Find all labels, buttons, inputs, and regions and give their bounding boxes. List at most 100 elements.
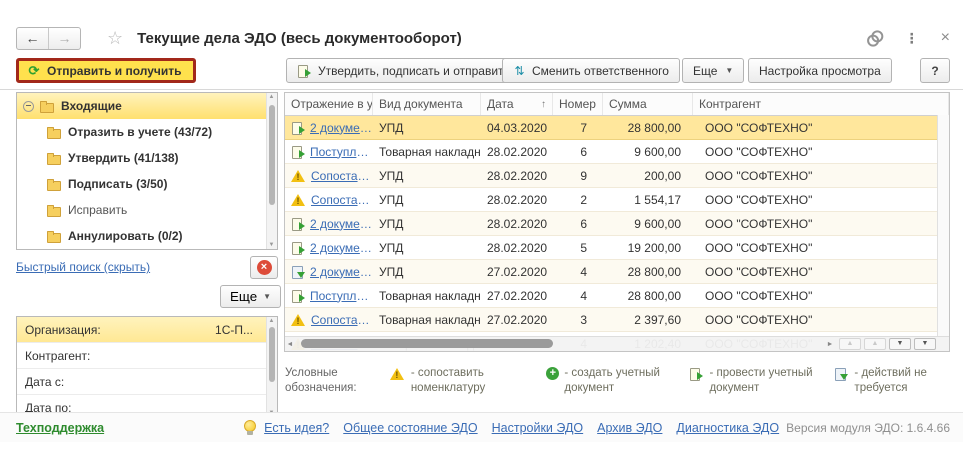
scroll-right-icon[interactable]: ► <box>825 341 835 348</box>
scroll-to-top-button[interactable]: ▲ <box>839 338 861 350</box>
table-row[interactable]: Сопоставить ... УПД 28.02.2020 2 1 554,1… <box>285 188 949 212</box>
tree-item-label: Аннулировать (0/2) <box>68 229 183 243</box>
footer-link-edo-archive[interactable]: Архив ЭДО <box>597 421 662 435</box>
document-link[interactable]: Сопоставить ... <box>311 313 373 327</box>
footer-link-edo-diagnostics[interactable]: Диагностика ЭДО <box>676 421 779 435</box>
column-header-doc-type[interactable]: Вид документа <box>373 93 481 115</box>
sum-cell: 28 800,00 <box>603 289 693 303</box>
document-link[interactable]: Поступление ... <box>310 145 373 159</box>
scroll-down-button[interactable]: ▼ <box>889 338 911 350</box>
tree-item-reflect[interactable]: Отразить в учете (43/72) <box>17 119 277 145</box>
table-row[interactable]: Поступление ... Товарная накладная 28.02… <box>285 140 949 164</box>
filter-label: Организация: <box>25 323 101 337</box>
number-cell: 4 <box>553 289 603 303</box>
help-button[interactable]: ? <box>920 58 950 83</box>
tree-item-approve[interactable]: Утвердить (41/138) <box>17 145 277 171</box>
get-link-icon[interactable] <box>864 28 884 48</box>
change-responsible-button[interactable]: ⇅ Сменить ответственного <box>502 58 680 83</box>
more-menu-icon[interactable]: ⋮ <box>905 30 919 47</box>
quick-search-row: Быстрый поиск (скрыть) <box>16 255 278 279</box>
legend-item: - действий не требуется <box>834 366 950 408</box>
counterparty-cell: ООО "СОФТЕХНО" <box>693 121 949 135</box>
legend-item: - сопоставить номенклатуру <box>390 366 533 408</box>
column-header-date[interactable]: Дата ↑ <box>481 93 553 115</box>
forward-button[interactable]: → <box>48 28 80 49</box>
tree-item-annul[interactable]: Аннулировать (0/2) <box>17 223 277 249</box>
folders-tree: Входящие Отразить в учете (43/72) Утверд… <box>16 92 278 250</box>
document-link[interactable]: Сопоставить ... <box>311 169 373 183</box>
scrollbar-thumb[interactable] <box>269 327 275 382</box>
change-responsible-label: Сменить ответственного <box>532 64 669 78</box>
table-row[interactable]: Сопоставить ... УПД 28.02.2020 9 200,00 … <box>285 164 949 188</box>
close-icon[interactable]: × <box>941 29 950 47</box>
view-settings-button[interactable]: Настройка просмотра <box>748 58 892 83</box>
doc-type-cell: УПД <box>373 121 481 135</box>
sum-cell: 200,00 <box>603 169 693 183</box>
favorite-star-icon[interactable]: ☆ <box>107 29 123 47</box>
table-row[interactable]: 2 документа УПД 28.02.2020 5 19 200,00 О… <box>285 236 949 260</box>
scrollbar-thumb[interactable] <box>301 339 553 348</box>
folder-icon <box>47 177 62 191</box>
scroll-down-icon[interactable]: ▼ <box>267 242 276 248</box>
tree-item-sign[interactable]: Подписать (3/50) <box>17 171 277 197</box>
toolbar-more-button[interactable]: Еще ▼ <box>682 58 744 83</box>
footer-link-idea[interactable]: Есть идея? <box>264 421 329 435</box>
chevron-down-icon: ▼ <box>263 292 271 301</box>
sidebar-more-button[interactable]: Еще ▼ <box>220 285 281 308</box>
approve-sign-send-button[interactable]: Утвердить, подписать и отправить <box>286 58 521 83</box>
scroll-to-bottom-button[interactable]: ▼ <box>914 338 936 350</box>
footer-link-edo-settings[interactable]: Настройки ЭДО <box>492 421 584 435</box>
quick-search-link[interactable]: Быстрый поиск (скрыть) <box>16 260 150 274</box>
table-row[interactable]: 2 документа УПД 28.02.2020 6 9 600,00 ОО… <box>285 212 949 236</box>
document-link[interactable]: Поступление ... <box>310 289 373 303</box>
footer-link-edo-state[interactable]: Общее состояние ЭДО <box>343 421 477 435</box>
document-link[interactable]: 2 документа <box>310 241 373 255</box>
scroll-up-icon[interactable]: ▲ <box>267 318 276 324</box>
filter-row-organization[interactable]: Организация: 1С-П... <box>17 317 277 343</box>
doc-type-cell: УПД <box>373 169 481 183</box>
column-header-number[interactable]: Номер <box>553 93 603 115</box>
table-body: 2 документа УПД 04.03.2020 7 28 800,00 О… <box>285 116 949 352</box>
approve-sign-send-label: Утвердить, подписать и отправить <box>318 64 510 78</box>
tree-item-fix[interactable]: Исправить <box>17 197 277 223</box>
warning-icon <box>390 367 406 381</box>
send-and-receive-button[interactable]: ⟳ Отправить и получить <box>16 58 196 83</box>
refresh-icon: ⟳ <box>27 64 41 78</box>
column-header-reflection[interactable]: Отражение в учете <box>285 93 373 115</box>
horizontal-scrollbar[interactable]: ◄ ► ▲ ▲ ▼ ▼ <box>285 336 949 351</box>
filters-scrollbar[interactable]: ▲ ▼ <box>266 317 277 417</box>
column-header-counterparty[interactable]: Контрагент <box>693 93 949 115</box>
tree-item-incoming[interactable]: Входящие <box>17 93 277 119</box>
vertical-scrollbar[interactable] <box>937 115 949 337</box>
collapse-icon[interactable] <box>23 101 34 112</box>
change-person-icon: ⇅ <box>513 64 526 78</box>
document-link[interactable]: 2 документа <box>310 265 373 279</box>
scroll-left-icon[interactable]: ◄ <box>285 341 295 348</box>
document-link[interactable]: Сопоставить ... <box>311 193 373 207</box>
filter-row-date-from[interactable]: Дата с: <box>17 369 277 395</box>
legend-label: Условные обозначения: <box>285 366 368 408</box>
table-row[interactable]: Поступление ... Товарная накладная 27.02… <box>285 284 949 308</box>
table-row[interactable]: 2 документа УПД 27.02.2020 4 28 800,00 О… <box>285 260 949 284</box>
document-link[interactable]: 2 документа <box>310 121 373 135</box>
document-link[interactable]: 2 документа <box>310 217 373 231</box>
legend-text: - создать учетный документ <box>564 366 675 408</box>
tree-scrollbar[interactable]: ▲ ▼ <box>266 93 277 249</box>
date-cell: 04.03.2020 <box>481 121 553 135</box>
back-button[interactable]: ← <box>17 28 48 49</box>
number-cell: 6 <box>553 217 603 231</box>
scroll-up-icon[interactable]: ▲ <box>267 94 276 100</box>
table-row[interactable]: 2 документа УПД 04.03.2020 7 28 800,00 О… <box>285 116 949 140</box>
clear-search-button[interactable] <box>250 256 278 279</box>
scroll-up-button[interactable]: ▲ <box>864 338 886 350</box>
column-header-sum[interactable]: Сумма <box>603 93 693 115</box>
toolbar: ⟳ Отправить и получить Утвердить, подпис… <box>0 54 963 90</box>
filter-row-counterparty[interactable]: Контрагент: <box>17 343 277 369</box>
document-green-arrow-icon <box>291 289 306 303</box>
number-cell: 5 <box>553 241 603 255</box>
counterparty-cell: ООО "СОФТЕХНО" <box>693 241 949 255</box>
table-row[interactable]: Сопоставить ... Товарная накладная 27.02… <box>285 308 949 332</box>
scrollbar-thumb[interactable] <box>269 105 275 205</box>
documents-table: Отражение в учете Вид документа Дата ↑ Н… <box>284 92 950 352</box>
tech-support-link[interactable]: Техподдержка <box>16 421 104 435</box>
